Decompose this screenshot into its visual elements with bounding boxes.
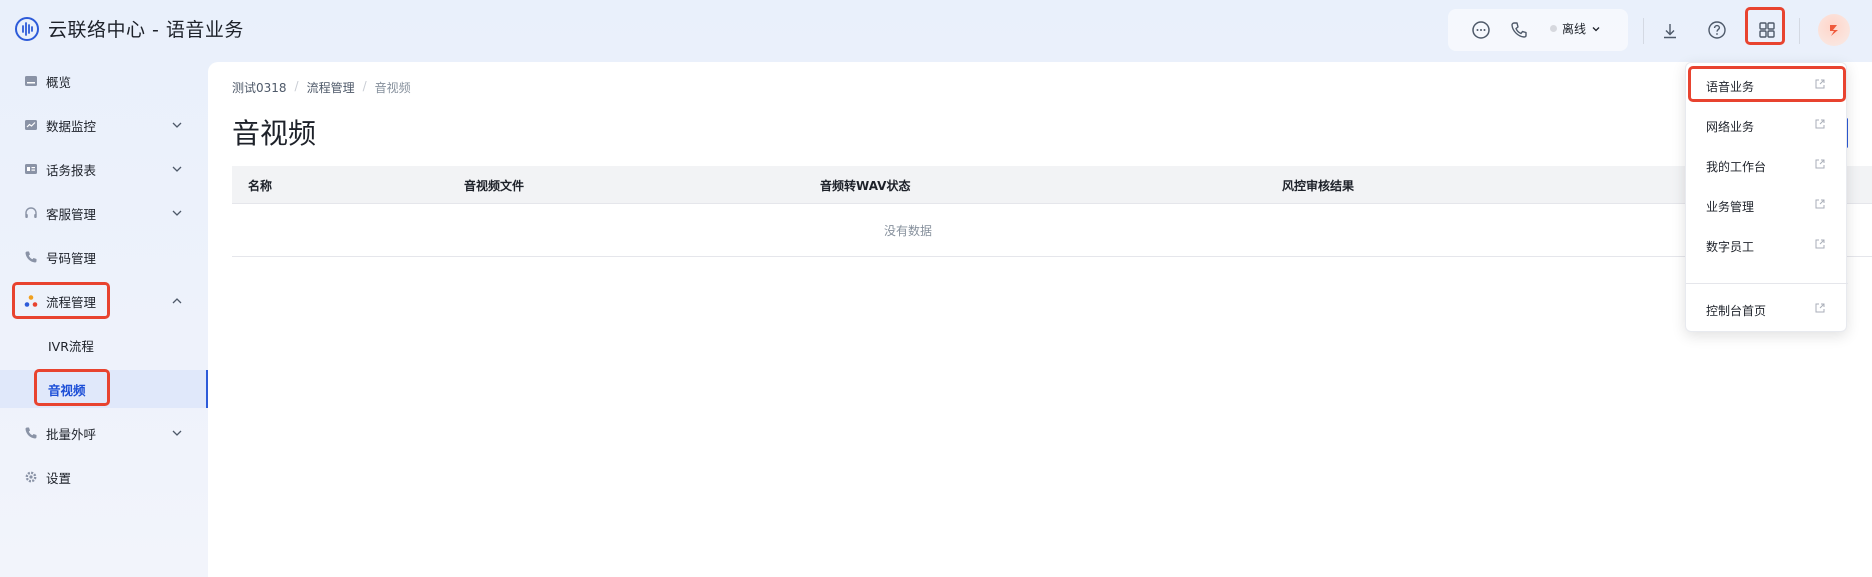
chevron-down-icon (1592, 26, 1600, 31)
sidebar-item-overview[interactable]: 概览 (0, 62, 208, 100)
agent-status-dropdown[interactable]: 离线 (1550, 20, 1601, 37)
chevron-down-icon (172, 122, 182, 128)
header-divider (1643, 18, 1644, 44)
download-icon[interactable] (1659, 20, 1681, 42)
breadcrumb: 测试0318 / 流程管理 / 音视频 (232, 79, 411, 96)
column-header-name: 名称 (248, 179, 273, 193)
main-panel: 测试0318 / 流程管理 / 音视频 音视频 名称 音视频文件 音频转WAV状… (208, 62, 1872, 577)
dropdown-item-business-management[interactable]: 业务管理 (1686, 187, 1848, 223)
sidebar-subitem-ivr[interactable]: IVR流程 (0, 326, 208, 364)
brand: 云联络中心 - 语音业务 (14, 15, 244, 42)
sidebar-item-settings[interactable]: 设置 (0, 458, 208, 496)
sidebar-item-numbers[interactable]: 号码管理 (0, 238, 208, 276)
external-link-icon (1815, 119, 1825, 129)
column-header-wav-status: 音频转WAV状态 (820, 179, 911, 193)
overview-icon (23, 73, 39, 89)
dropdown-item-network-business[interactable]: 网络业务 (1686, 107, 1848, 143)
column-header-risk-review: 风控审核结果 (1282, 179, 1355, 193)
status-dot (1550, 25, 1557, 32)
app-title: 云联络中心 - 语音业务 (48, 19, 244, 41)
help-icon[interactable] (1706, 19, 1728, 41)
top-header: 云联络中心 - 语音业务 离线 (0, 0, 1872, 62)
apps-dropdown-menu: 语音业务 网络业务 我的工作台 业务管理 数字员工 控制台首页 (1685, 62, 1848, 332)
sidebar: 概览 数据监控 话务报表 客服管理 号码管理 流程管理 IVR流程 音视频 批量… (0, 62, 208, 577)
breadcrumb-separator: / (362, 79, 367, 93)
breadcrumb-separator: / (294, 79, 299, 93)
external-link-icon (1815, 303, 1825, 313)
chevron-down-icon (172, 430, 182, 436)
page-title: 音视频 (232, 117, 317, 150)
chevron-down-icon (172, 210, 182, 216)
voice-logo-icon (15, 16, 39, 41)
headset-icon (23, 205, 39, 221)
monitor-icon (23, 117, 39, 133)
breadcrumb-root[interactable]: 测试0318 (232, 79, 287, 96)
dropdown-item-voice-business[interactable]: 语音业务 (1686, 67, 1848, 103)
gear-icon (23, 469, 39, 485)
status-label: 离线 (1562, 22, 1587, 36)
sidebar-item-outbound[interactable]: 批量外呼 (0, 414, 208, 452)
sidebar-item-monitor[interactable]: 数据监控 (0, 106, 208, 144)
external-link-icon (1815, 159, 1825, 169)
sidebar-item-flow[interactable]: 流程管理 (0, 282, 208, 320)
external-link-icon (1815, 239, 1825, 249)
sidebar-item-report[interactable]: 话务报表 (0, 150, 208, 188)
phone-icon[interactable] (1508, 19, 1530, 41)
apps-grid-icon[interactable] (1756, 19, 1778, 41)
dropdown-item-digital-employee[interactable]: 数字员工 (1686, 227, 1848, 263)
table-header: 名称 音视频文件 音频转WAV状态 风控审核结果 (232, 166, 1872, 204)
external-link-icon (1815, 79, 1825, 89)
sidebar-item-agents[interactable]: 客服管理 (0, 194, 208, 232)
dropdown-item-console-home[interactable]: 控制台首页 (1686, 291, 1848, 327)
dropdown-item-my-workbench[interactable]: 我的工作台 (1686, 147, 1848, 183)
empty-state-text: 没有数据 (883, 224, 932, 238)
media-table: 名称 音视频文件 音频转WAV状态 风控审核结果 没有数据 (232, 166, 1872, 257)
outbound-call-icon (23, 425, 39, 441)
sidebar-subitem-media[interactable]: 音视频 (0, 370, 208, 408)
chat-icon[interactable] (1470, 19, 1492, 41)
breadcrumb-current: 音视频 (374, 81, 411, 95)
chevron-down-icon (172, 166, 182, 172)
header-divider (1799, 18, 1800, 44)
table-empty-row: 没有数据 (232, 204, 1872, 257)
avatar-logo-icon (1830, 25, 1838, 36)
report-icon (23, 161, 39, 177)
avatar[interactable] (1818, 14, 1850, 46)
dropdown-divider (1686, 283, 1848, 284)
column-header-file: 音视频文件 (464, 179, 525, 193)
chevron-up-icon (172, 298, 182, 304)
breadcrumb-parent[interactable]: 流程管理 (307, 79, 355, 96)
external-link-icon (1815, 199, 1825, 209)
flow-icon (23, 293, 39, 309)
phone-icon (23, 249, 39, 265)
